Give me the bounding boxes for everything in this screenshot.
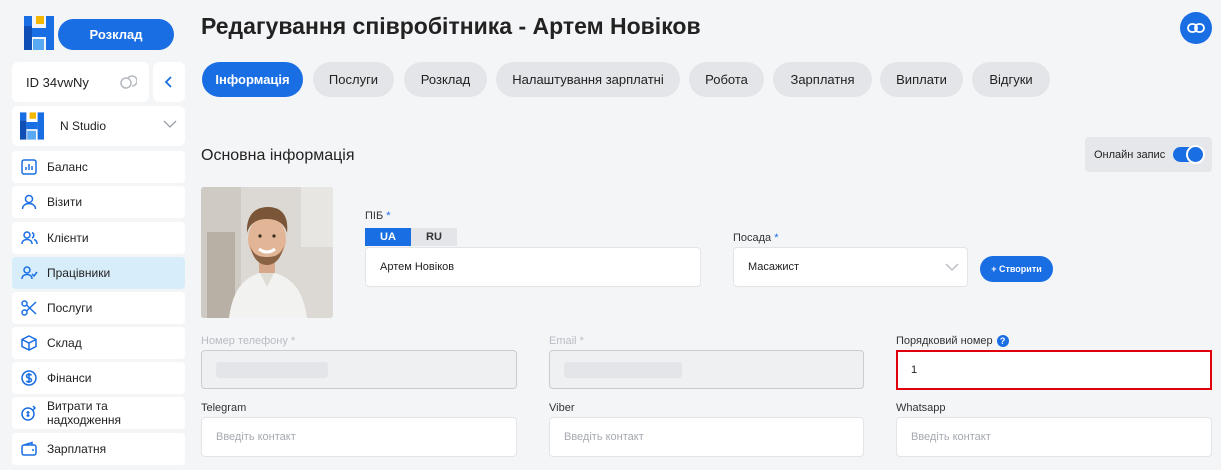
- sidebar-item-warehouse[interactable]: Склад: [12, 327, 185, 359]
- sidebar-item-label: Баланс: [47, 160, 88, 174]
- sidebar-item-label: Клієнти: [47, 231, 89, 245]
- viber-input[interactable]: Введіть контакт: [549, 417, 864, 457]
- studio-selector[interactable]: N Studio: [12, 106, 185, 146]
- studio-name: N Studio: [60, 119, 107, 133]
- page-title: Редагування співробітника - Артем Новіко…: [201, 13, 701, 39]
- user-check-icon: [20, 264, 38, 282]
- viber-placeholder: Введіть контакт: [564, 431, 644, 443]
- online-booking-label: Онлайн запис: [1094, 148, 1166, 161]
- telegram-input[interactable]: Введіть контакт: [201, 417, 517, 457]
- link-icon: [1187, 23, 1205, 33]
- box-icon: [20, 334, 38, 352]
- email-input[interactable]: [549, 350, 864, 389]
- scissors-icon: [20, 299, 38, 317]
- required-mark: *: [579, 335, 584, 347]
- employee-photo-image: [201, 187, 333, 318]
- phone-input[interactable]: [201, 350, 517, 389]
- required-mark: *: [386, 210, 391, 222]
- basic-info-card: Основна інформація Онлайн запис ПІБ * UA…: [192, 117, 1221, 470]
- phone-label-text: Номер телефону: [201, 335, 288, 347]
- schedule-button[interactable]: Розклад: [58, 19, 174, 50]
- email-label: Email *: [549, 335, 584, 347]
- email-label-text: Email: [549, 335, 577, 347]
- position-label-text: Посада: [733, 232, 772, 244]
- name-label: ПІБ *: [365, 210, 391, 222]
- chevron-left-icon: [164, 76, 172, 88]
- lang-tab-ua[interactable]: UA: [365, 228, 411, 246]
- dollar-icon: [20, 369, 38, 387]
- required-mark: *: [290, 335, 296, 347]
- chart-icon: [20, 158, 38, 176]
- online-booking-toggle[interactable]: Онлайн запис: [1085, 137, 1212, 172]
- copy-link-button[interactable]: [1180, 12, 1212, 44]
- sidebar-item-expenses[interactable]: Витрати та надходження: [12, 397, 185, 429]
- sidebar-item-label: Склад: [47, 336, 82, 350]
- tab-info[interactable]: Інформація: [202, 62, 303, 97]
- redacted-phone: [216, 362, 328, 378]
- user-icon: [20, 193, 38, 211]
- sidebar-item-label: Фінанси: [47, 371, 92, 385]
- lang-tab-ru[interactable]: RU: [411, 228, 457, 246]
- main-content: Редагування співробітника - Артем Новіко…: [192, 0, 1221, 470]
- account-id-label: ID 34vwNy: [26, 74, 89, 90]
- name-input-value: Артем Новіков: [380, 261, 455, 273]
- position-select-value: Масажист: [748, 261, 800, 273]
- help-icon[interactable]: ?: [996, 335, 1009, 348]
- sidebar-item-label: Зарплатня: [47, 442, 107, 456]
- app-logo[interactable]: [24, 16, 54, 50]
- required-mark: *: [774, 232, 779, 244]
- order-number-label: Порядковий номер?: [896, 335, 1009, 348]
- sidebar-item-visits[interactable]: Візити: [12, 186, 185, 218]
- position-label: Посада *: [733, 232, 779, 244]
- whatsapp-input[interactable]: Введіть контакт: [896, 417, 1212, 457]
- wallet-icon: [20, 440, 38, 458]
- sidebar-item-label: Працівники: [47, 266, 111, 280]
- toggle-switch[interactable]: [1173, 145, 1205, 164]
- telegram-label: Telegram: [201, 402, 247, 414]
- tab-salary-settings[interactable]: Налаштування зарплатні: [496, 62, 680, 97]
- sidebar-item-label: Витрати та надходження: [46, 399, 122, 427]
- section-title: Основна інформація: [201, 147, 355, 164]
- name-input[interactable]: Артем Новіков: [365, 247, 701, 287]
- collapse-sidebar-button[interactable]: [153, 62, 185, 102]
- tab-salary[interactable]: Зарплатня: [773, 62, 872, 97]
- viber-label: Viber: [549, 402, 575, 414]
- sidebar-item-clients[interactable]: Клієнти: [12, 222, 185, 254]
- tab-services[interactable]: Послуги: [313, 62, 394, 97]
- whatsapp-placeholder: Введіть контакт: [911, 431, 991, 443]
- order-number-input[interactable]: 1: [896, 350, 1212, 390]
- sidebar-item-label: Послуги: [47, 301, 93, 315]
- chevron-down-icon: [163, 120, 177, 128]
- employee-photo[interactable]: [201, 187, 333, 318]
- redacted-email: [564, 362, 682, 378]
- sidebar-item-balance[interactable]: Баланс: [12, 151, 185, 183]
- sidebar-item-employees[interactable]: Працівники: [12, 257, 185, 289]
- order-number-label-text: Порядковий номер: [896, 335, 993, 347]
- sidebar-item-services[interactable]: Послуги: [12, 292, 185, 324]
- tab-work[interactable]: Робота: [689, 62, 764, 97]
- sidebar-item-finance[interactable]: Фінанси: [12, 362, 185, 394]
- coins-icon: [20, 404, 38, 422]
- order-number-value: 1: [911, 364, 918, 376]
- users-icon: [20, 229, 38, 247]
- telegram-placeholder: Введіть контакт: [216, 431, 296, 443]
- sidebar: Розклад ID 34vwNy N Studio Баланс Візити…: [0, 0, 192, 470]
- chevron-down-icon: [945, 263, 959, 271]
- tab-payouts[interactable]: Виплати: [880, 62, 963, 97]
- whatsapp-label: Whatsapp: [896, 402, 946, 414]
- studio-logo-icon: [20, 112, 44, 140]
- copy-icon[interactable]: [119, 73, 137, 91]
- position-select[interactable]: Масажист: [733, 247, 968, 287]
- tab-schedule[interactable]: Розклад: [404, 62, 487, 97]
- name-label-text: ПІБ: [365, 210, 384, 222]
- phone-label: Номер телефону *: [201, 335, 295, 347]
- account-id: ID 34vwNy: [12, 62, 149, 102]
- sidebar-item-salary[interactable]: Зарплатня: [12, 433, 185, 465]
- create-position-button[interactable]: + Створити: [980, 256, 1053, 282]
- tab-reviews[interactable]: Відгуки: [972, 62, 1050, 97]
- sidebar-item-label: Візити: [47, 195, 83, 209]
